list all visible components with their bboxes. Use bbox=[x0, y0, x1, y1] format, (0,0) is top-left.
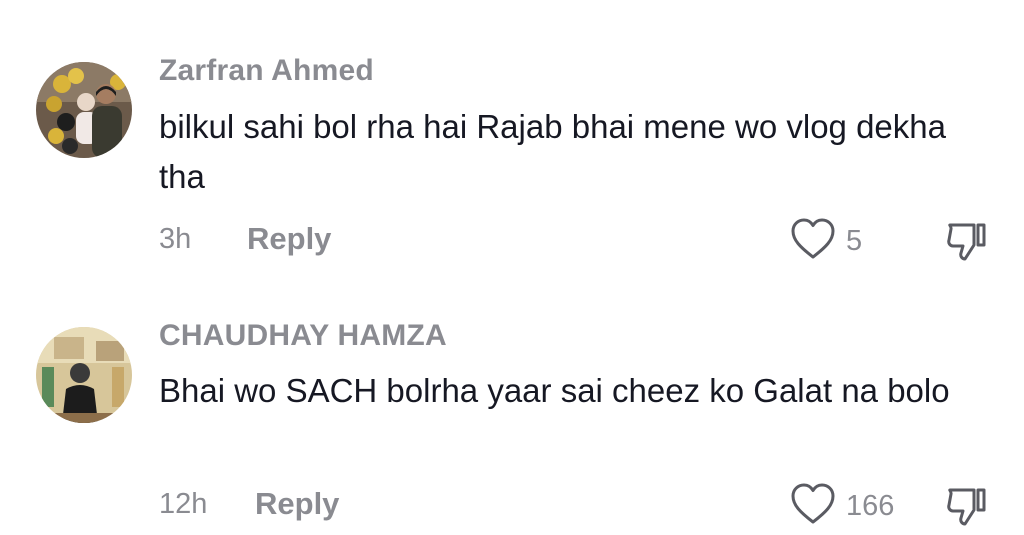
reply-button[interactable]: Reply bbox=[247, 221, 331, 257]
comment-username[interactable]: CHAUDHAY HAMZA bbox=[159, 319, 447, 353]
thumbs-down-icon[interactable] bbox=[944, 217, 990, 263]
comment-item: CHAUDHAY HAMZA Bhai wo SACH bolrha yaar … bbox=[0, 270, 1024, 535]
comment-timestamp: 12h bbox=[159, 488, 208, 520]
heart-icon bbox=[791, 218, 835, 259]
like-count: 5 bbox=[846, 225, 863, 257]
comment-text: Bhai wo SACH bolrha yaar sai cheez ko Ga… bbox=[159, 372, 950, 409]
heart-icon bbox=[791, 483, 835, 524]
user-avatar[interactable] bbox=[36, 62, 132, 158]
reply-button[interactable]: Reply bbox=[255, 486, 339, 522]
user-avatar[interactable] bbox=[36, 327, 132, 423]
like-count: 166 bbox=[846, 490, 895, 522]
comment-item: Zarfran Ahmed bilkul sahi bol rha hai Ra… bbox=[0, 0, 1024, 270]
comment-actions: 3h Reply 5 bbox=[0, 215, 1024, 265]
thumbs-down-icon[interactable] bbox=[944, 482, 990, 528]
comment-text: bilkul sahi bol rha hai Rajab bhai mene … bbox=[159, 108, 946, 195]
comment-actions: 12h Reply 166 bbox=[0, 480, 1024, 530]
comment-timestamp: 3h bbox=[159, 223, 192, 255]
avatar-photo bbox=[36, 62, 132, 158]
comment-username[interactable]: Zarfran Ahmed bbox=[159, 54, 374, 88]
avatar-photo bbox=[36, 327, 132, 423]
